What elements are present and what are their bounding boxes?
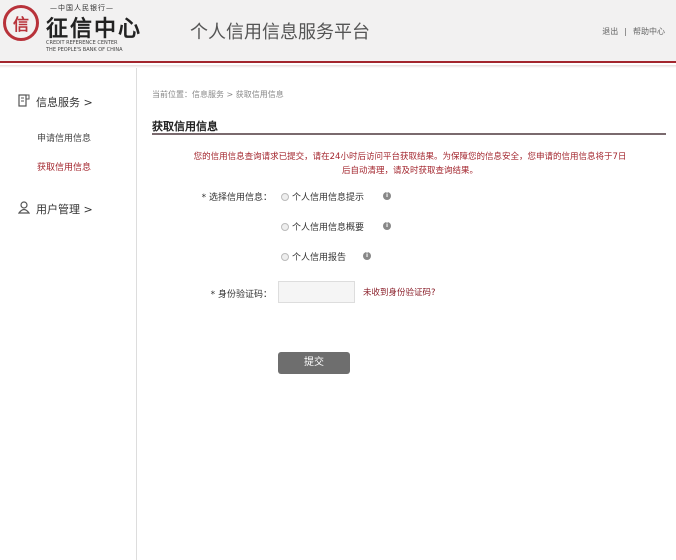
radio-credit-info-hint[interactable]: 个人信用信息提示	[281, 190, 364, 203]
top-links: 退出 | 帮助中心	[599, 26, 668, 37]
separator: |	[624, 27, 627, 36]
info-icon[interactable]: i	[383, 192, 391, 200]
radio-label: 个人信用报告	[292, 253, 347, 263]
logo-en-text: CREDIT REFERENCE CENTER THE PEOPLE'S BANK…	[46, 40, 123, 54]
radio-credit-info-summary[interactable]: 个人信用信息概要	[281, 220, 364, 233]
select-credit-info-label: * 选择信用信息：	[201, 193, 272, 203]
header: 信 —中国人民银行— 征信中心 CREDIT REFERENCE CENTER T…	[0, 0, 676, 68]
radio-button[interactable]	[281, 252, 289, 261]
sidebar-section-label: 用户管理 >	[36, 203, 93, 216]
document-icon	[18, 94, 30, 110]
credit-center-seal-logo: 信	[3, 5, 39, 41]
verification-code-label: * 身份验证码：	[210, 290, 272, 300]
submit-button[interactable]: 提交	[278, 352, 350, 374]
radio-label: 个人信用信息概要	[292, 223, 365, 233]
platform-title: 个人信用信息服务平台	[190, 22, 370, 43]
radio-button[interactable]	[281, 192, 289, 201]
user-icon	[17, 201, 31, 217]
verification-code-input[interactable]	[278, 281, 355, 303]
breadcrumb: 当前位置：信息服务 > 获取信用信息	[152, 90, 284, 99]
sidebar-section-info-service[interactable]: 信息服务 >	[18, 94, 93, 110]
info-icon[interactable]: i	[383, 222, 391, 230]
sidebar-section-label: 信息服务 >	[36, 96, 93, 109]
code-not-received-link[interactable]: 未收到身份验证码?	[363, 286, 436, 298]
notice-line2: 后自动清理，请及时获取查询结果。	[341, 166, 478, 176]
notice-line1: 您的信用信息查询请求已提交，请在24小时后访问平台获取结果。为保障您的信息安全，…	[193, 152, 627, 162]
sidebar: 信息服务 > 申请信用信息 获取信用信息 用户管理 >	[0, 68, 137, 560]
radio-button[interactable]	[281, 222, 289, 231]
logo-en-line1: CREDIT REFERENCE CENTER	[46, 40, 118, 46]
help-center-link[interactable]: 帮助中心	[633, 27, 665, 36]
logo-main-text: 征信中心	[46, 16, 143, 42]
page-title: 获取信用信息	[152, 120, 218, 133]
radio-label: 个人信用信息提示	[292, 193, 365, 203]
notice-message: 您的信用信息查询请求已提交，请在24小时后访问平台获取结果。为保障您的信息安全，…	[160, 150, 660, 178]
sidebar-item-get-credit-info[interactable]: 获取信用信息	[37, 160, 91, 173]
title-divider	[152, 133, 666, 135]
info-icon[interactable]: i	[363, 252, 371, 260]
radio-credit-report[interactable]: 个人信用报告	[281, 250, 346, 263]
logo-en-line2: THE PEOPLE'S BANK OF CHINA	[46, 47, 123, 53]
logout-link[interactable]: 退出	[602, 27, 618, 36]
sidebar-item-apply-credit-info[interactable]: 申请信用信息	[37, 131, 91, 144]
sidebar-section-user-management[interactable]: 用户管理 >	[17, 201, 93, 217]
